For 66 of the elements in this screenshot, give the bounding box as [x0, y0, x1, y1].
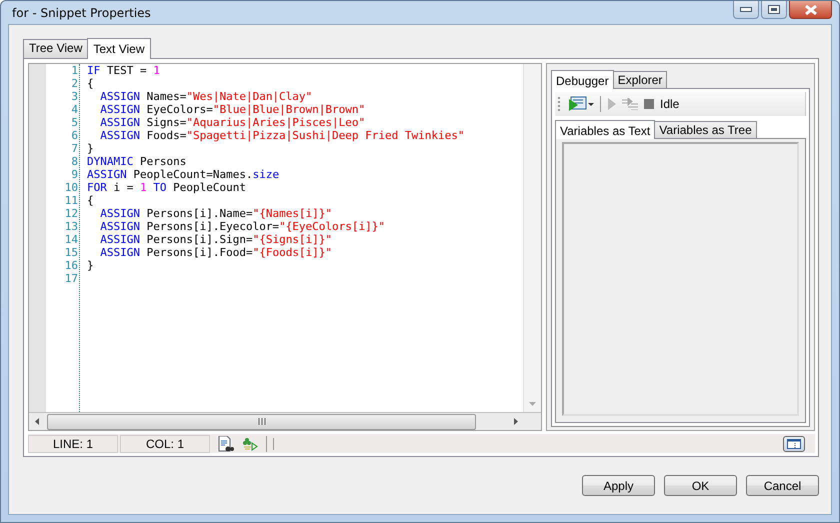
code-line: ASSIGN Signs="Aquarius|Aries|Pisces|Leo": [99, 116, 366, 129]
line-number: 5: [70, 116, 78, 129]
window-title: for - Snippet Properties: [11, 6, 151, 20]
step-icon[interactable]: [622, 98, 638, 110]
line-number: 7: [70, 142, 78, 155]
line-number: 1: [70, 64, 78, 77]
line-number: 11: [64, 194, 78, 207]
line-number: 9: [70, 168, 78, 181]
code-line: DYNAMIC Persons: [87, 155, 188, 168]
clover-play-icon[interactable]: [242, 436, 258, 450]
grip-icon: [258, 418, 266, 425]
left-arrow-icon: [35, 418, 39, 425]
horizontal-scrollbar[interactable]: [29, 412, 541, 430]
code-line: ASSIGN Persons[i].Sign="{Signs[i]}": [99, 233, 334, 246]
maximize-button[interactable]: [761, 1, 787, 19]
vertical-scrollbar[interactable]: [523, 64, 541, 412]
run-dropdown-icon[interactable]: [568, 96, 594, 112]
down-arrow-icon: [529, 402, 536, 406]
line-number: 3: [70, 90, 78, 103]
code-line: ASSIGN Persons[i].Eyecolor="{EyeColors[i]}": [99, 220, 386, 233]
line-number: 16: [64, 259, 78, 272]
line-number: 12: [64, 207, 78, 220]
code-line: ASSIGN Persons[i].Name="{Names[i]}": [99, 207, 334, 220]
line-number: 6: [70, 129, 78, 142]
line-number: 14: [64, 233, 78, 246]
close-icon: [804, 4, 818, 14]
minimize-button[interactable]: [733, 1, 759, 19]
line-number: 8: [70, 155, 78, 168]
line-number: 13: [64, 220, 78, 233]
maximize-icon: [768, 5, 780, 14]
layout-toggle-button[interactable]: [783, 436, 805, 452]
tab[interactable]: Variables as Text: [555, 120, 656, 139]
code-line: {: [87, 194, 95, 207]
line-number: 15: [64, 246, 78, 259]
window-icon: [787, 438, 801, 448]
tab[interactable]: Explorer: [612, 71, 668, 88]
line-number: 10: [64, 181, 78, 194]
code-line: {: [87, 77, 95, 90]
dialog-button[interactable]: OK: [664, 475, 737, 496]
close-button[interactable]: [789, 1, 832, 19]
minimize-icon: [740, 7, 752, 12]
code-line: IF TEST = 1: [87, 64, 161, 77]
debugger-status: Idle: [660, 97, 680, 111]
column-indicator: COL: 1: [120, 434, 210, 452]
dialog-button[interactable]: Apply: [582, 475, 655, 496]
code-line: FOR i = 1 TO PeopleCount: [87, 181, 247, 194]
line-number: 4: [70, 103, 78, 116]
tab[interactable]: Text View: [87, 38, 150, 59]
code-line: }: [87, 142, 95, 155]
document-binoculars-icon[interactable]: [218, 436, 234, 452]
scroll-thumb[interactable]: [47, 414, 476, 430]
code-line: ASSIGN Names="Wes|Nate|Dan|Clay": [99, 90, 314, 103]
dialog-button[interactable]: Cancel: [746, 475, 819, 496]
code-line: ASSIGN Persons[i].Food="{Foods[i]}": [99, 246, 334, 259]
code-line: ASSIGN PeopleCount=Names.size: [87, 168, 280, 181]
line-indicator: LINE: 1: [28, 434, 118, 452]
code-line: ASSIGN Foods="Spagetti|Pizza|Sushi|Deep Fried Twinkies": [99, 129, 466, 142]
tab[interactable]: Tree View: [23, 39, 88, 58]
line-number: 2: [70, 77, 78, 90]
tab[interactable]: Variables as Tree: [654, 121, 757, 138]
right-arrow-icon: [514, 418, 518, 425]
tab[interactable]: Debugger: [551, 70, 614, 89]
line-number: 17: [64, 272, 78, 285]
play-icon[interactable]: [608, 98, 616, 110]
code-line: ASSIGN EyeColors="Blue|Blue|Brown|Brown": [99, 103, 366, 116]
code-line: }: [87, 259, 95, 272]
